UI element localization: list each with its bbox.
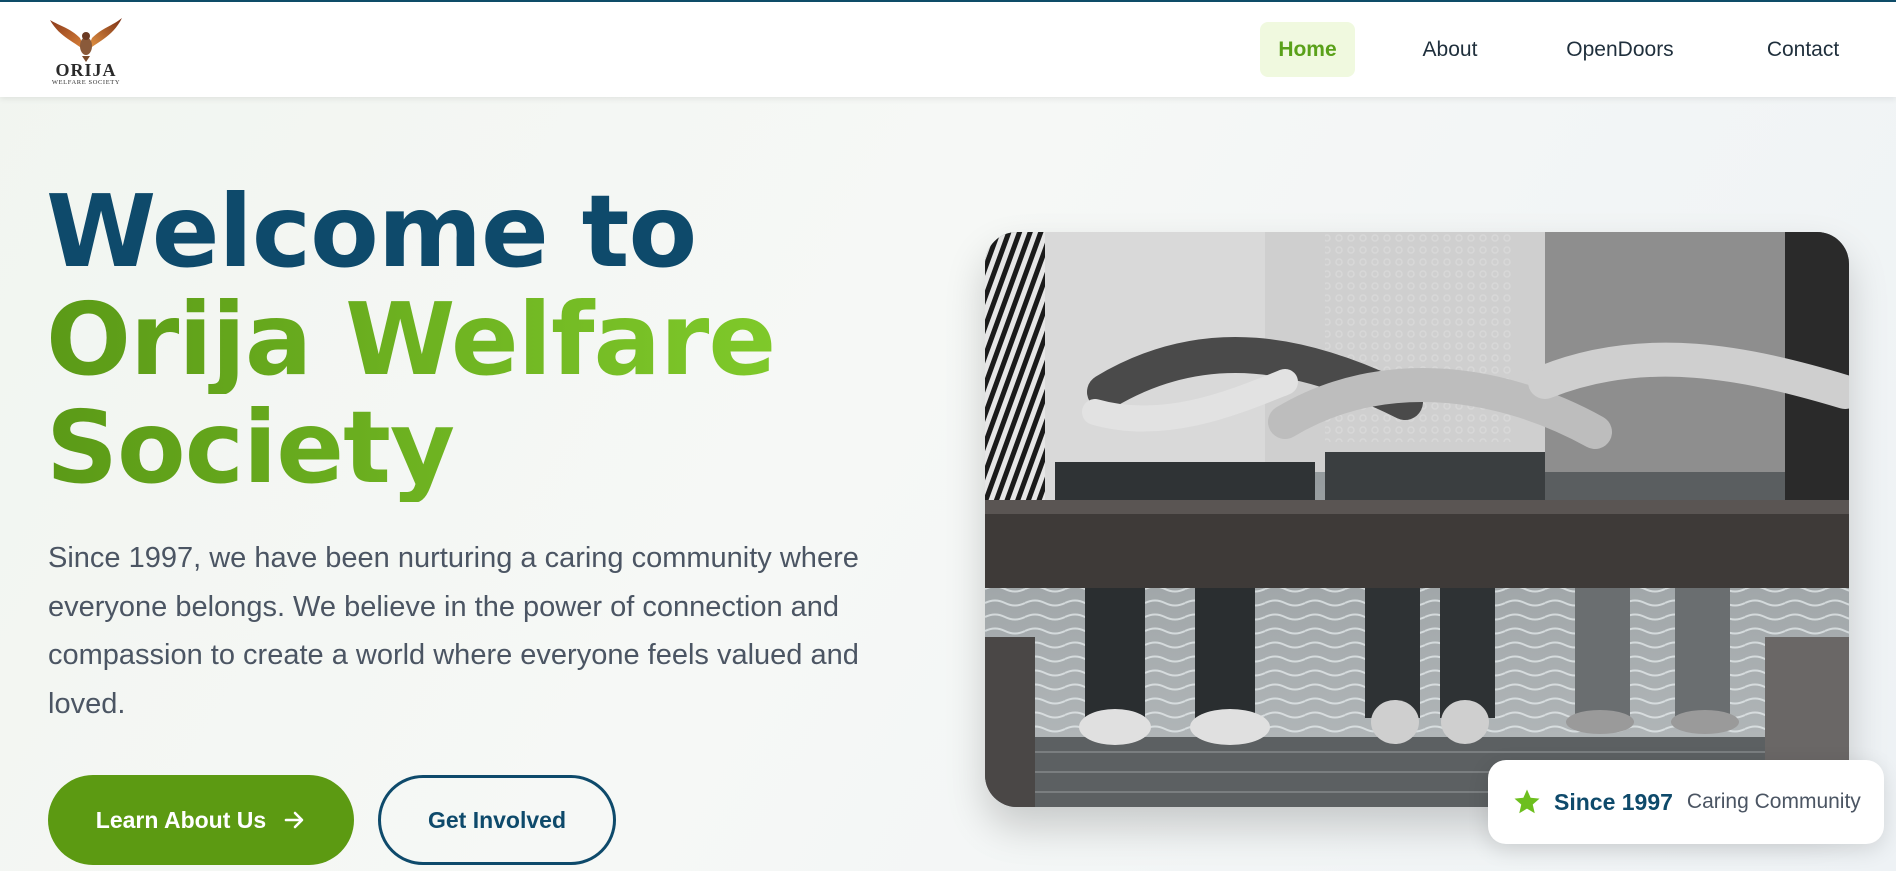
get-involved-button[interactable]: Get Involved [378,775,616,865]
hero-description: Since 1997, we have been nurturing a car… [48,542,859,720]
hero-title-line-1: Welcome to [46,173,697,290]
learn-about-us-label: Learn About Us [95,806,267,833]
nav-contact[interactable]: Contact [1738,22,1868,77]
logo-tagline: WELFARE SOCIETY [51,79,121,86]
hero-title-line-3: Society [46,394,775,502]
logo-wordmark: ORIJA [55,60,117,80]
hero-title-line-2: Orija Welfare [46,281,776,398]
site-logo[interactable]: ORIJA WELFARE SOCIETY [46,12,126,90]
get-involved-label: Get Involved [427,806,567,833]
hero-image [985,232,1849,807]
badge-text: Caring Community [1686,790,1861,813]
nav-opendoors[interactable]: OpenDoors [1550,22,1690,77]
since-1997-badge: Since 1997 Caring Community [1488,760,1884,844]
learn-about-us-button[interactable]: Learn About Us [48,775,354,865]
nav-home[interactable]: Home [1260,22,1355,77]
arrow-right-icon [284,811,304,829]
badge-year: Since 1997 [1554,788,1673,815]
bird-logo-icon [50,18,122,62]
site-header: ORIJA WELFARE SOCIETY Home About OpenDoo… [0,2,1896,97]
star-icon [1514,789,1540,814]
hero-title: Welcome to Orija Welfare Society [46,173,776,502]
nav-about[interactable]: About [1395,22,1505,77]
friends-on-bench-photo [985,232,1849,807]
